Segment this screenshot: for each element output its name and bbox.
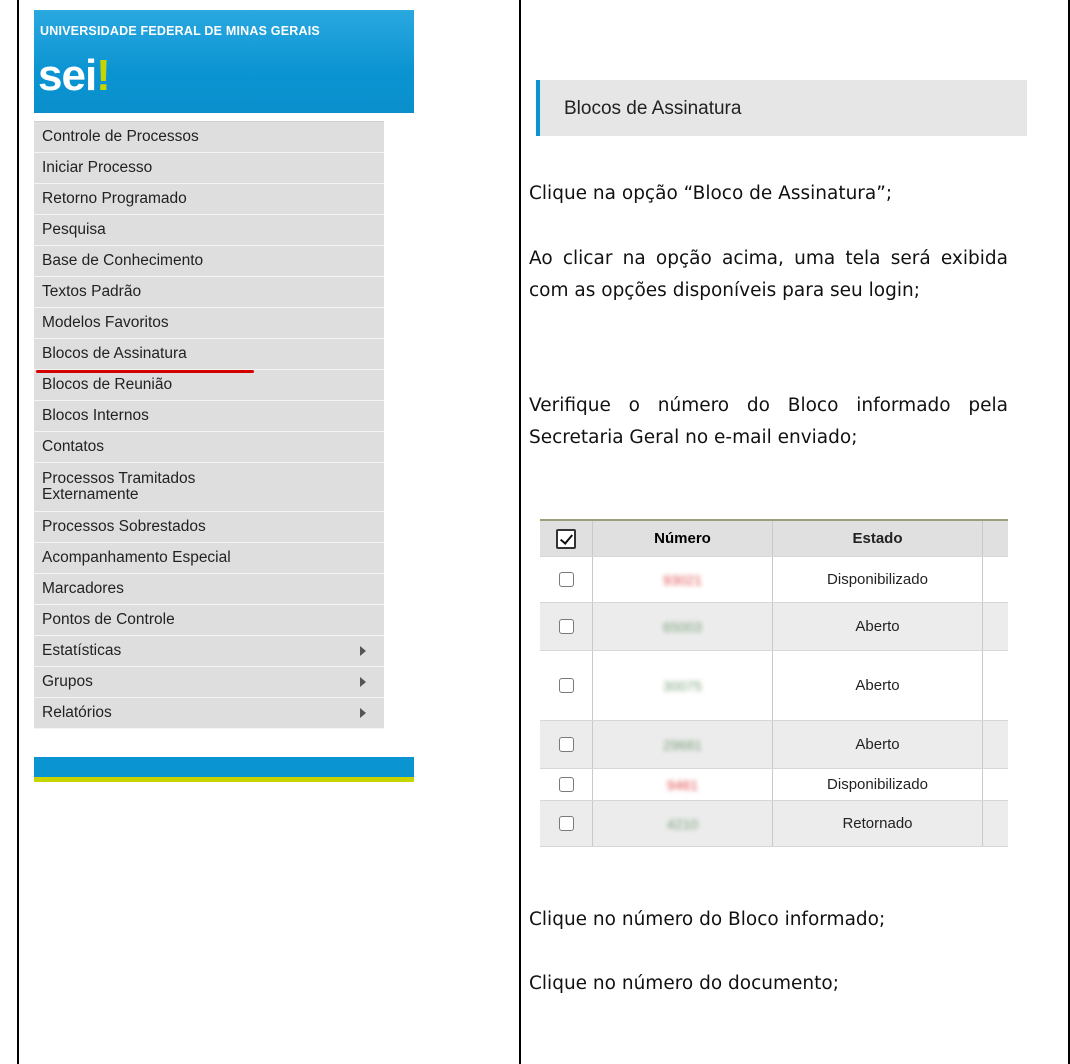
menu-item-label: Controle de Processos xyxy=(42,128,199,145)
menu-item-controle-de-processos[interactable]: Controle de Processos xyxy=(34,122,384,153)
block-number-link[interactable]: 4210 xyxy=(667,816,698,832)
select-all-checkbox[interactable] xyxy=(556,528,576,549)
submenu-arrow-icon xyxy=(360,677,366,687)
table-row: 93021 Disponibilizado xyxy=(540,557,1008,603)
row-checkbox[interactable] xyxy=(558,678,574,693)
block-number-link[interactable]: 93021 xyxy=(663,572,702,588)
block-status: Aberto xyxy=(773,603,983,650)
menu-item-contatos[interactable]: Contatos xyxy=(34,432,384,463)
table-row: 29681 Aberto xyxy=(540,721,1008,769)
menu-item-marcadores[interactable]: Marcadores xyxy=(34,574,384,605)
column-header-estado[interactable]: Estado xyxy=(773,521,983,556)
menu-item-pesquisa[interactable]: Pesquisa xyxy=(34,215,384,246)
menu-item-blocos-internos[interactable]: Blocos Internos xyxy=(34,401,384,432)
row-checkbox[interactable] xyxy=(558,619,574,634)
menu-item-label: Estatísticas xyxy=(42,642,122,659)
sei-menu: Controle de Processos Iniciar Processo R… xyxy=(34,121,384,729)
menu-item-label: Processos Tramitados Externamente xyxy=(42,470,196,503)
row-checkbox[interactable] xyxy=(558,816,574,831)
table-row: 9461 Disponibilizado xyxy=(540,769,1008,801)
block-status: Aberto xyxy=(773,721,983,768)
block-status: Retornado xyxy=(773,801,983,846)
menu-item-processos-tramitados-externamente[interactable]: Processos Tramitados Externamente xyxy=(34,463,384,512)
instruction-3: Verifique o número do Bloco informado pe… xyxy=(529,395,1008,448)
block-number-link[interactable]: 9461 xyxy=(667,777,698,793)
menu-item-blocos-de-reuniao[interactable]: Blocos de Reunião xyxy=(34,370,384,401)
menu-item-base-de-conhecimento[interactable]: Base de Conhecimento xyxy=(34,246,384,277)
column-divider xyxy=(519,0,521,1064)
table-header-row: Número Estado xyxy=(540,521,1008,557)
submenu-arrow-icon xyxy=(360,708,366,718)
block-number-link[interactable]: 30075 xyxy=(663,678,702,694)
menu-item-label: Retorno Programado xyxy=(42,190,187,207)
menu-item-acompanhamento-especial[interactable]: Acompanhamento Especial xyxy=(34,543,384,574)
menu-item-estatisticas[interactable]: Estatísticas xyxy=(34,636,384,667)
blocks-table: Número Estado 93021 Disponibilizado 6500… xyxy=(540,519,1008,847)
block-number-link[interactable]: 29681 xyxy=(663,737,702,753)
block-number-link[interactable]: 65003 xyxy=(663,619,702,635)
menu-item-label: Modelos Favoritos xyxy=(42,314,169,331)
menu-item-retorno-programado[interactable]: Retorno Programado xyxy=(34,184,384,215)
menu-item-label: Blocos de Reunião xyxy=(42,376,173,393)
instruction-4: Clique no número do Bloco informado; xyxy=(529,909,886,930)
instruction-5: Clique no número do documento; xyxy=(529,973,839,994)
menu-item-label: Contatos xyxy=(42,438,105,455)
university-name: UNIVERSIDADE FEDERAL DE MINAS GERAIS xyxy=(40,24,320,38)
sei-header: UNIVERSIDADE FEDERAL DE MINAS GERAIS sei… xyxy=(34,10,414,113)
menu-item-textos-padrao[interactable]: Textos Padrão xyxy=(34,277,384,308)
menu-item-label: Blocos de Assinatura xyxy=(42,345,187,362)
submenu-arrow-icon xyxy=(360,646,366,656)
sei-footer-accent xyxy=(34,777,414,782)
column-header-numero[interactable]: Número xyxy=(593,521,773,556)
menu-item-label: Iniciar Processo xyxy=(42,159,153,176)
menu-item-processos-sobrestados[interactable]: Processos Sobrestados xyxy=(34,512,384,543)
section-header-title: Blocos de Assinatura xyxy=(564,98,742,119)
row-checkbox[interactable] xyxy=(558,777,574,792)
menu-item-label: Pesquisa xyxy=(42,221,106,238)
block-status: Disponibilizado xyxy=(773,769,983,800)
menu-item-relatorios[interactable]: Relatórios xyxy=(34,698,384,729)
sei-logo[interactable]: sei! xyxy=(38,54,111,98)
menu-item-label: Marcadores xyxy=(42,580,124,597)
table-row: 30075 Aberto xyxy=(540,651,1008,721)
block-status: Aberto xyxy=(773,651,983,720)
menu-item-label: Processos Sobrestados xyxy=(42,518,206,535)
table-row: 65003 Aberto xyxy=(540,603,1008,651)
menu-item-pontos-de-controle[interactable]: Pontos de Controle xyxy=(34,605,384,636)
menu-item-label: Textos Padrão xyxy=(42,283,142,300)
menu-item-iniciar-processo[interactable]: Iniciar Processo xyxy=(34,153,384,184)
menu-item-label: Base de Conhecimento xyxy=(42,252,204,269)
menu-item-label: Acompanhamento Especial xyxy=(42,549,231,566)
menu-item-label: Blocos Internos xyxy=(42,407,149,424)
menu-item-label: Grupos xyxy=(42,673,93,690)
menu-item-label: Relatórios xyxy=(42,704,112,721)
section-header: Blocos de Assinatura xyxy=(536,80,1027,136)
instruction-2: Ao clicar na opção acima, uma tela será … xyxy=(529,248,1008,301)
menu-item-blocos-de-assinatura[interactable]: Blocos de Assinatura xyxy=(34,339,384,373)
sei-footer-bar xyxy=(34,757,414,777)
instruction-1: Clique na opção “Bloco de Assinatura”; xyxy=(529,183,893,204)
menu-item-label: Pontos de Controle xyxy=(42,611,175,628)
row-checkbox[interactable] xyxy=(558,737,574,752)
menu-item-grupos[interactable]: Grupos xyxy=(34,667,384,698)
sei-sidebar: UNIVERSIDADE FEDERAL DE MINAS GERAIS sei… xyxy=(34,10,414,782)
table-row: 4210 Retornado xyxy=(540,801,1008,847)
menu-item-modelos-favoritos[interactable]: Modelos Favoritos xyxy=(34,308,384,339)
row-checkbox[interactable] xyxy=(558,572,574,587)
block-status: Disponibilizado xyxy=(773,557,983,602)
